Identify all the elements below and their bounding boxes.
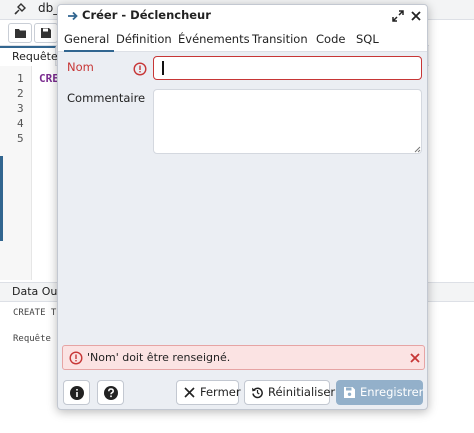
line-number: 2 [17,87,24,100]
dismiss-error-icon[interactable] [409,352,421,364]
background-right-panel [429,20,474,433]
error-message: 'Nom' doit être renseigné. [87,351,231,364]
reset-icon [252,387,263,399]
error-message-bar: 'Nom' doit être renseigné. [62,345,425,370]
line-number: 5 [17,132,24,145]
help-button[interactable] [97,380,124,405]
expand-icon[interactable] [392,10,404,22]
warning-icon [133,62,147,76]
name-label: Nom [67,60,94,74]
tab-definition[interactable]: Définition [116,27,172,52]
tab-general[interactable]: General [64,27,114,52]
tab-events[interactable]: Événements [178,27,250,52]
output-text: Requête [13,334,51,344]
comment-textarea[interactable] [153,89,422,154]
info-button[interactable] [63,380,90,405]
text-caret [162,61,164,75]
dialog-footer: Fermer Réinitialiser Enregistrer [58,375,427,409]
dialog-title: Créer - Déclencheur [82,8,211,22]
save-button[interactable]: Enregistrer [336,380,423,405]
save-icon [344,387,355,398]
close-button-label: Fermer [200,385,241,399]
tab-sql[interactable]: SQL [356,27,379,52]
resize-grip-icon[interactable] [414,146,421,153]
close-icon[interactable] [410,10,422,22]
save-button-label: Enregistrer [360,385,424,399]
name-input[interactable] [153,56,422,80]
save-file-button[interactable] [34,23,58,43]
code-keyword: CRE [39,72,59,85]
line-number: 1 [17,72,24,85]
tab-query[interactable]: Requête [0,46,58,66]
line-number-gutter [0,66,32,280]
reset-button-label: Réinitialiser [268,385,336,399]
comment-label: Commentaire [67,91,146,105]
open-file-button[interactable] [8,23,32,43]
error-icon [69,351,83,365]
trigger-arrow-icon [68,11,78,21]
dialog-tabs: General Définition Événements Transition… [58,27,427,52]
help-icon [104,386,118,400]
dialog-header: Créer - Déclencheur [58,5,427,27]
folder-icon [15,29,26,38]
tab-code[interactable]: Code [316,27,345,52]
close-button[interactable]: Fermer [176,380,241,405]
tab-transition[interactable]: Transition [252,27,308,52]
info-icon [70,386,84,400]
plug-icon [14,3,26,15]
line-number: 4 [17,117,24,130]
close-x-icon [184,387,195,398]
reset-button[interactable]: Réinitialiser [244,380,335,405]
create-trigger-dialog: Créer - Déclencheur General Définition É… [57,4,428,410]
output-text: CREATE T [13,308,57,318]
gutter-marker [0,156,3,241]
save-file-icon [41,28,51,38]
line-number: 3 [17,102,24,115]
